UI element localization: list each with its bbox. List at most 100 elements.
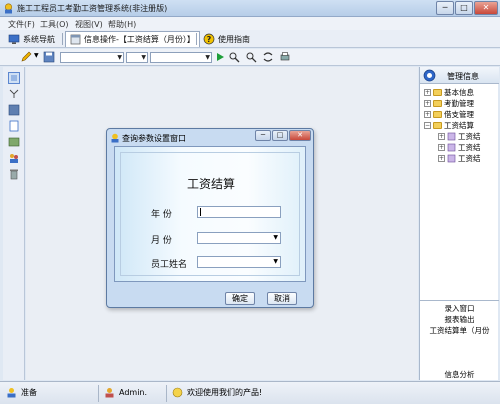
org-chart-icon[interactable] [8,88,20,100]
menu-help[interactable]: 帮助(H) [108,19,136,30]
toolbar-combo-1[interactable]: ▼ [60,52,124,63]
chevron-down-icon: ▼ [117,54,122,61]
folder-icon [433,99,442,107]
list-item-entry-window[interactable]: 录入窗口 [420,303,499,314]
expand-icon[interactable]: + [424,99,431,107]
toolbar: ▼ ▼ ▼ ▼ [0,49,500,66]
ok-button[interactable]: 确定 [225,292,255,305]
tree-node-payroll-child-2[interactable]: + 工资结 [438,142,481,152]
status-separator [98,385,99,402]
tree-label: 借支管理 [444,109,474,119]
tree-node-payroll[interactable]: − 工资结算 [424,120,474,130]
month-label: 月 份 [151,236,172,246]
image-icon[interactable] [8,136,20,148]
status-bar: 准备 Admin. 欢迎使用我们的产品! [0,381,500,404]
tab-separator [196,33,197,45]
status-ready-text: 准备 [21,388,37,397]
pencil-icon[interactable] [20,51,32,63]
tab-info-operation[interactable]: 信息操作-【工资结算（月份）】 [65,31,200,47]
status-welcome-text: 欢迎使用我们的产品! [187,388,263,397]
tree-label: 工资结 [458,153,481,163]
tree-label: 工资结 [458,131,481,141]
list-view-icon[interactable] [8,72,20,84]
tree-node-advance[interactable]: + 借支管理 [424,109,474,119]
minimize-button[interactable]: ─ [436,1,454,15]
expand-icon[interactable]: + [438,154,445,162]
status-user: Admin. [104,387,147,398]
tree-node-attendance[interactable]: + 考勤管理 [424,98,474,108]
panel-header: 管理信息 [420,67,499,84]
expand-icon[interactable]: + [438,143,445,151]
tree-node-payroll-child-1[interactable]: + 工资结 [438,131,481,141]
chevron-down-icon: ▼ [273,258,278,265]
svg-text:?: ? [207,35,212,44]
tab-label: 使用指南 [218,34,250,44]
tree-label: 基本信息 [444,87,474,97]
search-user-icon[interactable] [228,51,240,63]
dialog-app-icon [111,133,119,143]
play-icon[interactable] [214,51,226,63]
users-icon[interactable] [8,152,20,164]
menu-file[interactable]: 文件(F) [8,19,35,30]
toolbar-combo-3[interactable]: ▼ [150,52,212,63]
employee-name-select[interactable]: ▼ [197,256,281,268]
form-heading: 工资结算 [186,177,235,191]
tab-user-guide[interactable]: ? 使用指南 [199,31,254,47]
status-welcome: 欢迎使用我们的产品! [172,387,262,398]
navigation-tabs: 系统导航 信息操作-【工资结算（月份）】 ? 使用指南 [0,30,500,48]
user-icon [7,388,16,398]
cancel-button[interactable]: 取消 [267,292,297,305]
document-icon[interactable] [8,120,20,132]
toolbar-combo-2[interactable]: ▼ [126,52,148,63]
list-item-report-output[interactable]: 报表输出 [420,314,499,325]
expand-icon[interactable]: + [424,88,431,96]
menu-tools[interactable]: 工具(O) [40,19,69,30]
dialog-maximize-button[interactable]: □ [272,130,288,141]
status-user-text: Admin. [119,388,148,397]
tab-separator [62,33,63,45]
text-cursor [200,208,201,216]
tree-label: 考勤管理 [444,98,474,108]
expand-icon[interactable]: + [438,132,445,140]
admin-icon [105,388,114,398]
window-icon [70,34,81,45]
tree-node-payroll-child-3[interactable]: + 工资结 [438,153,481,163]
maximize-button[interactable]: □ [455,1,473,15]
month-select[interactable]: ▼ [197,232,281,244]
status-ready: 准备 [6,387,37,398]
expand-icon[interactable]: + [424,110,431,118]
employee-name-label: 员工姓名 [151,260,188,270]
tab-system-navigation[interactable]: 系统导航 [4,31,59,47]
save-icon[interactable] [43,51,55,63]
window-title: 施工工程员工考勤工资管理系统(非注册版) [17,4,168,13]
year-input[interactable] [197,206,281,218]
form-icon [447,154,456,162]
refresh-icon[interactable] [262,51,274,63]
menu-view[interactable]: 视图(V) [75,19,103,30]
info-icon [423,69,436,82]
search-detail-icon[interactable] [245,51,257,63]
chevron-down-icon: ▼ [205,54,210,61]
app-logo-icon [4,3,13,14]
tab-label: 信息操作-【工资结算（月份）】 [84,35,195,44]
form-icon [447,132,456,140]
dialog-minimize-button[interactable]: ─ [255,130,271,141]
book-icon[interactable] [8,104,20,116]
tab-label: 系统导航 [23,34,55,44]
help-icon: ? [203,33,215,45]
dropdown-arrow-icon[interactable]: ▼ [34,52,39,59]
trash-icon[interactable] [8,168,20,180]
list-item-info-analysis[interactable]: 信息分析 [420,369,499,380]
chevron-down-icon: ▼ [273,234,278,241]
menu-bar: 文件(F) 工具(O) 视图(V) 帮助(H) [0,17,500,30]
list-item-payroll-sheet[interactable]: 工资结算单（月份 [420,325,499,336]
folder-icon [433,88,442,96]
dialog-close-button[interactable]: ✕ [289,130,311,141]
dialog-title-bar: 查询参数设置窗口 ─ □ ✕ [107,129,313,146]
smile-icon [172,387,183,398]
collapse-icon[interactable]: − [424,121,431,129]
nav-tree: + 基本信息 + 考勤管理 + 借支管理 − 工资结算 + 工资结 + 工资结 [420,84,499,299]
tree-node-basic-info[interactable]: + 基本信息 [424,87,474,97]
print-icon[interactable] [279,51,291,63]
close-button[interactable]: ✕ [474,1,498,15]
